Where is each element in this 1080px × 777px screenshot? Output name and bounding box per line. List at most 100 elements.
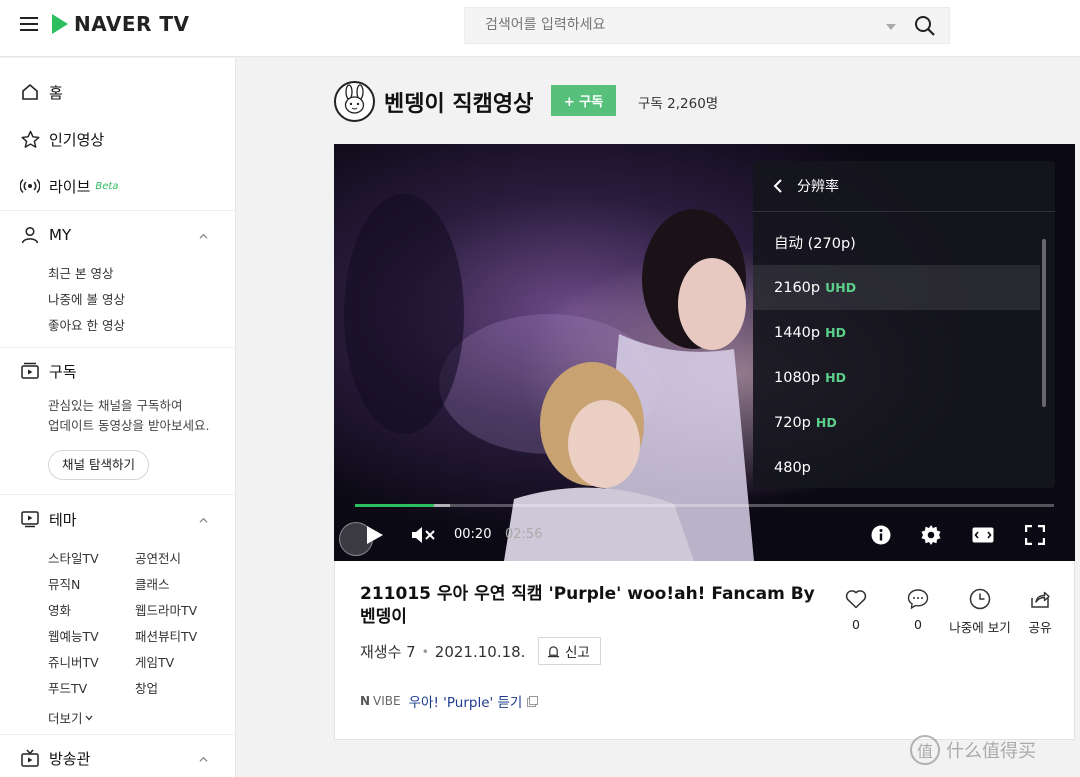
- settings-gear-icon[interactable]: [918, 522, 944, 548]
- resolution-label: 720p: [774, 414, 811, 431]
- live-broadcast-icon: [20, 176, 40, 196]
- resolution-label: 1440p: [774, 324, 821, 341]
- sidebar-subitem-later[interactable]: 나중에 볼 영상: [48, 289, 125, 308]
- subscribe-button[interactable]: + 구독: [551, 85, 616, 116]
- comment-icon: [907, 589, 929, 610]
- sidebar-item-label: MY: [49, 226, 72, 244]
- subscribe-desc-line: 관심있는 채널을 구독하여: [48, 398, 183, 413]
- home-icon: [20, 82, 40, 102]
- menu-scrollbar[interactable]: [1042, 239, 1046, 407]
- resolution-option-480p[interactable]: 480p: [753, 445, 1055, 490]
- theme-item[interactable]: 스타일TV: [48, 548, 99, 567]
- chevron-left-icon[interactable]: [773, 179, 783, 193]
- channel-name[interactable]: 벤뎅이 직캠영상: [384, 86, 533, 118]
- search-input[interactable]: [485, 8, 865, 43]
- chevron-up-icon[interactable]: [199, 755, 208, 764]
- subscribe-description: 관심있는 채널을 구독하여 업데이트 동영상을 받아보세요.: [48, 396, 228, 436]
- sidebar-item-subscribe[interactable]: 구독: [20, 359, 77, 383]
- explore-channels-button[interactable]: 채널 탐색하기: [48, 450, 149, 480]
- sidebar-item-label: 인기영상: [49, 130, 105, 149]
- like-count: 0: [852, 617, 860, 632]
- info-icon[interactable]: [868, 522, 894, 548]
- view-count: 재생수 7: [360, 643, 416, 661]
- video-meta: 재생수 7 • 2021.10.18.: [360, 641, 525, 662]
- theme-item[interactable]: 영화: [48, 600, 71, 619]
- resolution-option-1080p[interactable]: 1080p HD: [753, 355, 1055, 400]
- theme-item[interactable]: 웹드라마TV: [135, 600, 197, 619]
- like-button[interactable]: 0: [821, 587, 891, 632]
- sidebar-item-live[interactable]: 라이브 Beta: [20, 174, 118, 198]
- play-icon[interactable]: [362, 522, 388, 548]
- share-icon: [1031, 591, 1050, 608]
- divider: [0, 494, 236, 495]
- theme-item[interactable]: 패션뷰티TV: [135, 626, 197, 645]
- resolution-label: 480p: [774, 459, 811, 476]
- sidebar-subitem-recent[interactable]: 최근 본 영상: [48, 263, 113, 282]
- chevron-up-icon[interactable]: [199, 232, 208, 241]
- external-link-icon: [527, 695, 539, 707]
- video-title: 211015 우아 우연 직캠 'Purple' woo!ah! Fancam …: [360, 584, 815, 627]
- resolution-tag: UHD: [825, 280, 857, 295]
- subscription-icon: [20, 361, 40, 381]
- beta-badge: Beta: [95, 180, 119, 192]
- siren-icon: [547, 645, 560, 657]
- chevron-down-icon: [85, 715, 93, 720]
- sidebar-item-popular[interactable]: 인기영상: [20, 127, 104, 151]
- play-logo-icon: [52, 14, 68, 34]
- vibe-logo-icon: N: [360, 694, 371, 708]
- resolution-option-720p[interactable]: 720p HD: [753, 400, 1055, 445]
- progress-bar[interactable]: [355, 504, 1054, 507]
- resolution-menu-title: 分辨率: [797, 179, 839, 195]
- comment-button[interactable]: 0: [883, 587, 953, 632]
- mute-icon[interactable]: [411, 522, 437, 548]
- resolution-tag: HD: [825, 325, 846, 340]
- theme-item[interactable]: 창업: [135, 678, 158, 697]
- sidebar-item-my[interactable]: MY: [20, 223, 71, 247]
- vibe-song-link[interactable]: 우아! 'Purple' 듣기: [409, 691, 523, 711]
- resolution-menu: 分辨率 自动 (270p) 2160p UHD 1440p HD 1080p H…: [753, 161, 1055, 488]
- sidebar-subitem-liked[interactable]: 좋아요 한 영상: [48, 315, 125, 334]
- sidebar-item-home[interactable]: 홈: [20, 80, 63, 104]
- search-icon[interactable]: [914, 15, 936, 37]
- share-button[interactable]: 공유: [1005, 587, 1075, 636]
- theme-item[interactable]: 쥬니버TV: [48, 652, 99, 671]
- resolution-label: 自动 (270p): [774, 236, 856, 252]
- theme-item[interactable]: 뮤직N: [48, 574, 80, 593]
- rabbit-avatar-icon: [337, 84, 372, 119]
- fullscreen-icon[interactable]: [1022, 522, 1048, 548]
- resolution-option-auto[interactable]: 自动 (270p): [753, 220, 1055, 265]
- naver-tv-logo[interactable]: NAVER TV: [51, 12, 189, 36]
- theater-mode-icon[interactable]: [970, 522, 996, 548]
- progress-fill: [355, 504, 434, 507]
- watermark-text: 什么值得买: [946, 741, 1036, 762]
- theme-item[interactable]: 게임TV: [135, 652, 174, 671]
- theme-more-button[interactable]: 더보기: [48, 708, 93, 727]
- menu-icon[interactable]: [20, 17, 38, 31]
- resolution-label: 2160p: [774, 279, 821, 296]
- sidebar-item-theme[interactable]: 테마: [20, 507, 77, 531]
- vibe-link[interactable]: N VIBE 우아! 'Purple' 듣기: [360, 691, 539, 711]
- theme-item[interactable]: 푸드TV: [48, 678, 87, 697]
- chevron-down-icon[interactable]: [886, 24, 896, 30]
- sidebar-item-broadcast[interactable]: 방송관: [20, 746, 90, 770]
- resolution-option-2160p[interactable]: 2160p UHD: [753, 265, 1040, 310]
- theme-item[interactable]: 공연전시: [135, 548, 181, 567]
- heart-icon: [845, 590, 867, 609]
- resolution-label: 1080p: [774, 369, 821, 386]
- resolution-option-1440p[interactable]: 1440p HD: [753, 310, 1055, 355]
- channel-avatar[interactable]: [334, 81, 375, 122]
- theme-item[interactable]: 클래스: [135, 574, 170, 593]
- chevron-up-icon[interactable]: [199, 516, 208, 525]
- resolution-menu-header[interactable]: 分辨率: [753, 161, 1055, 212]
- current-time: 00:20: [454, 527, 492, 542]
- sidebar-item-label: 방송관: [49, 749, 91, 768]
- separator-dot: •: [421, 644, 429, 659]
- site-watermark: 值 什么值得买: [910, 735, 1036, 765]
- theme-item[interactable]: 웹예능TV: [48, 626, 99, 645]
- watermark-logo-icon: 值: [910, 735, 940, 765]
- report-button[interactable]: 신고: [538, 637, 601, 665]
- tv-icon: [20, 748, 40, 768]
- video-player[interactable]: 分辨率 自动 (270p) 2160p UHD 1440p HD 1080p H…: [334, 144, 1075, 561]
- star-icon: [20, 129, 40, 149]
- top-header: NAVER TV: [0, 0, 1080, 57]
